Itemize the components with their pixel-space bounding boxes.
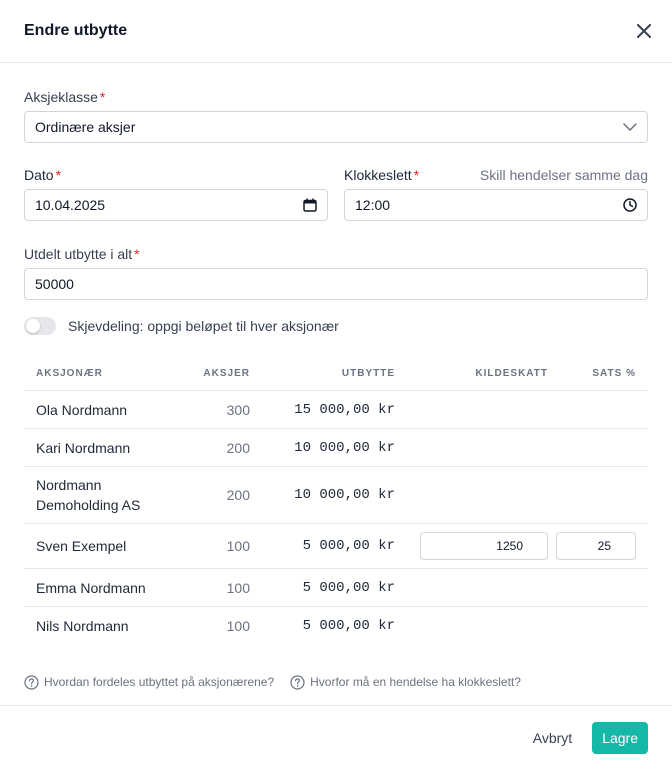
calendar-icon[interactable] — [303, 198, 317, 212]
withholding-cell — [395, 466, 549, 524]
dialog-footer: Avbryt Lagre — [0, 705, 672, 770]
shareholder-dividend: 5 000,00 kr — [250, 568, 395, 607]
share-class-label: Aksjeklasse * — [24, 87, 648, 107]
shareholder-name: Nordmann Demoholding AS — [24, 466, 167, 524]
help-link-distribution-text: Hvordan fordeles utbyttet på aksjonærene… — [44, 675, 275, 689]
share-class-value: Ordinære aksjer — [35, 119, 136, 135]
total-dividend-label: Utdelt utbytte i alt * — [24, 244, 648, 264]
help-link-time[interactable]: Hvorfor må en hendelse ha klokkeslett? — [290, 674, 521, 690]
rate-cell — [549, 607, 648, 645]
shareholder-dividend: 15 000,00 kr — [250, 390, 395, 429]
shareholder-name: Nils Nordmann — [36, 617, 129, 634]
date-value: 10.04.2025 — [35, 197, 106, 213]
table-row: Nils Nordmann 100 5 000,00 kr — [24, 607, 648, 645]
table-row: Emma Nordmann 100 5 000,00 kr — [24, 568, 648, 607]
required-mark: * — [413, 167, 420, 183]
withholding-cell: 1250 — [395, 523, 549, 569]
table-row: Sven Exempel 100 5 000,00 kr 1250 25 — [24, 523, 648, 569]
clock-icon[interactable] — [623, 198, 637, 212]
withholding-cell — [395, 607, 549, 645]
date-label: Dato * — [24, 167, 61, 183]
rate-input[interactable]: 25 — [556, 532, 636, 560]
dialog-body: Aksjeklasse * Ordinære aksjer Dato * 10.04… — [0, 63, 672, 690]
shareholder-shares: 300 — [167, 390, 250, 429]
time-input[interactable]: 12:00 — [344, 189, 648, 221]
shareholder-shares: 100 — [167, 523, 250, 569]
table-row: Nordmann Demoholding AS 200 10 000,00 kr — [24, 466, 648, 524]
rate-cell — [549, 568, 648, 607]
shareholder-name: Emma Nordmann — [24, 568, 167, 607]
withholding-cell — [395, 568, 549, 607]
required-mark: * — [99, 89, 106, 105]
shareholder-name: Ola Nordmann — [24, 390, 167, 429]
rate-cell: 25 — [549, 523, 648, 569]
total-dividend-input[interactable]: 50000 — [24, 268, 648, 300]
shareholder-dividend: 5 000,00 kr — [250, 523, 395, 569]
table-header-row: AKSJONÆR AKSJER UTBYTTE KILDESKATT SATS … — [24, 356, 648, 391]
cancel-button[interactable]: Avbryt — [533, 730, 572, 746]
shareholder-shares: 200 — [167, 428, 250, 467]
help-link-distribution[interactable]: Hvordan fordeles utbyttet på aksjonærene… — [24, 674, 275, 690]
help-link-time-text: Hvorfor må en hendelse ha klokkeslett? — [310, 675, 521, 689]
rate-cell — [549, 390, 648, 429]
shareholder-dividend: 5 000,00 kr — [302, 617, 395, 634]
dialog-header: Endre utbytte — [0, 0, 672, 63]
time-label-text: Klokkeslett — [344, 167, 412, 183]
withholding-input[interactable]: 1250 — [420, 532, 548, 560]
toggle-knob — [26, 319, 40, 333]
required-mark: * — [55, 167, 62, 183]
total-dividend-label-text: Utdelt utbytte i alt — [24, 246, 133, 262]
withholding-cell — [395, 428, 549, 467]
shareholder-shares: 200 — [167, 466, 250, 524]
col-header-rate: SATS % — [549, 356, 648, 391]
save-button[interactable]: Lagre — [592, 722, 648, 754]
shareholder-dividend: 10 000,00 kr — [250, 466, 395, 524]
shareholder-shares: 100 — [226, 617, 250, 634]
shareholder-shares: 100 — [167, 568, 250, 607]
close-icon — [637, 24, 651, 38]
col-header-shares: AKSJER — [167, 356, 250, 391]
separate-events-link[interactable]: Skill hendelser samme dag — [480, 167, 648, 183]
table-row: Ola Nordmann 300 15 000,00 kr — [24, 390, 648, 429]
chevron-down-icon — [623, 123, 637, 131]
rate-cell — [549, 466, 648, 524]
col-header-dividend: UTBYTTE — [250, 356, 395, 391]
shareholder-table: AKSJONÆR AKSJER UTBYTTE KILDESKATT SATS … — [24, 356, 648, 645]
total-dividend-value: 50000 — [35, 276, 74, 292]
col-header-shareholder: AKSJONÆR — [24, 356, 167, 391]
time-label: Klokkeslett * — [344, 167, 419, 183]
rate-cell — [549, 428, 648, 467]
share-class-label-text: Aksjeklasse — [24, 89, 98, 105]
share-class-select[interactable]: Ordinære aksjer — [24, 111, 648, 143]
close-button[interactable] — [632, 19, 656, 43]
shareholder-dividend: 10 000,00 kr — [250, 428, 395, 467]
required-mark: * — [134, 246, 140, 262]
date-input[interactable]: 10.04.2025 — [24, 189, 328, 221]
shareholder-name: Kari Nordmann — [24, 428, 167, 467]
skew-distribution-label: Skjevdeling: oppgi beløpet til hver aksj… — [68, 318, 339, 334]
help-links: Hvordan fordeles utbyttet på aksjonærene… — [24, 674, 648, 690]
skew-distribution-toggle[interactable] — [24, 317, 56, 335]
table-row: Kari Nordmann 200 10 000,00 kr — [24, 428, 648, 467]
help-circle-icon — [24, 674, 39, 690]
date-label-text: Dato — [24, 167, 54, 183]
shareholder-name: Sven Exempel — [24, 523, 167, 569]
dialog-title: Endre utbytte — [24, 22, 128, 39]
time-value: 12:00 — [355, 197, 391, 213]
col-header-withholding: KILDESKATT — [395, 356, 549, 391]
withholding-cell — [395, 390, 549, 429]
help-circle-icon — [290, 674, 305, 690]
